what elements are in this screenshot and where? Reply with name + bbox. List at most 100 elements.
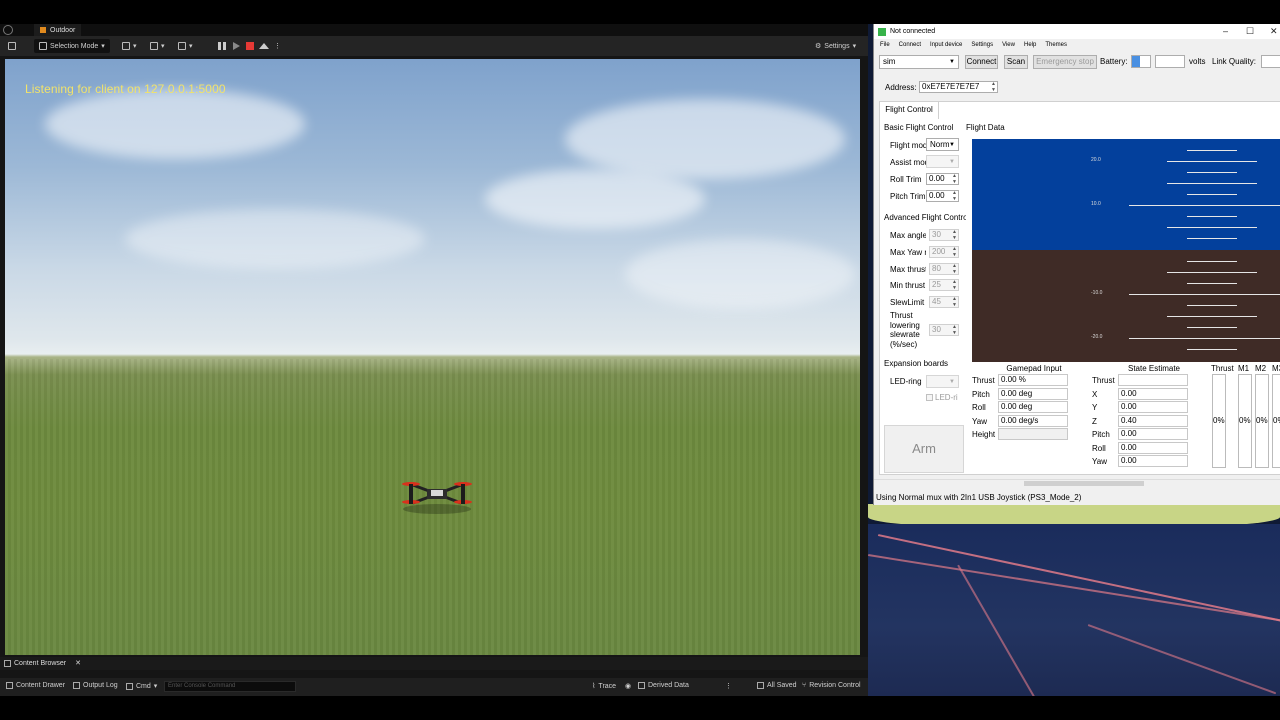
spin-arrows-icon[interactable]: ▲ ▼ xyxy=(991,81,996,93)
maximize-icon[interactable]: ☐ xyxy=(1246,26,1254,37)
menu-settings[interactable]: Settings xyxy=(971,42,993,48)
flight-mode-label: Flight mode xyxy=(890,141,926,150)
spin-arrows-icon[interactable]: ▲ ▼ xyxy=(952,246,957,258)
emergency-stop-button[interactable]: Emergency stop xyxy=(1033,55,1097,69)
content-browser-tab[interactable]: Content Browser ✕ xyxy=(4,659,81,667)
close-icon[interactable]: ✕ xyxy=(1270,26,1278,37)
revision-control-button[interactable]: ⑂ Revision Control xyxy=(802,682,861,689)
led-ring-select[interactable]: ▼ xyxy=(926,375,959,388)
eject-icon[interactable] xyxy=(259,39,269,53)
thrust-slewrate-value: 30 xyxy=(932,325,941,334)
save-icon[interactable] xyxy=(8,39,16,53)
all-saved-button[interactable]: All Saved xyxy=(757,682,797,689)
state-pitch-label: Pitch xyxy=(1092,430,1110,439)
roll-trim-value: 0.00 xyxy=(929,174,945,183)
scan-button[interactable]: Scan xyxy=(1004,55,1028,69)
menu-themes[interactable]: Themes xyxy=(1045,42,1067,48)
unreal-editor-window: Outdoor Selection Mode ▾ ▾ ▾ ▾ ⋮ ⚙ Setti… xyxy=(0,24,868,696)
minimize-icon[interactable]: – xyxy=(1223,26,1228,36)
max-yaw-rate-input[interactable]: 200 ▲ ▼ xyxy=(929,246,959,258)
motor-m2-header: M2 xyxy=(1255,364,1267,373)
pitch-line xyxy=(1187,349,1237,350)
cloud xyxy=(485,169,705,229)
spin-arrows-icon[interactable]: ▲ ▼ xyxy=(952,279,957,291)
link-quality-bar xyxy=(1261,55,1280,68)
close-icon[interactable]: ✕ xyxy=(75,659,81,667)
more-options-icon[interactable]: ⋮ xyxy=(274,39,281,53)
max-angle-input[interactable]: 30 ▲ ▼ xyxy=(929,229,959,241)
menu-file[interactable]: File xyxy=(880,42,890,48)
stop-icon[interactable] xyxy=(246,39,254,53)
derived-data-button[interactable]: Derived Data xyxy=(638,682,689,689)
connect-button[interactable]: Connect xyxy=(965,55,998,69)
trace-button[interactable]: ⌇ Trace xyxy=(592,682,616,691)
state-y-label: Y xyxy=(1092,403,1098,412)
cmd-label: Cmd xyxy=(136,682,151,690)
arm-button[interactable]: Arm xyxy=(884,425,964,473)
spin-arrows-icon[interactable]: ▲ ▼ xyxy=(952,324,957,336)
spin-arrows-icon[interactable]: ▲ ▼ xyxy=(952,190,957,202)
roll-trim-input[interactable]: 0.00 ▲ ▼ xyxy=(926,173,959,185)
pitch-line xyxy=(1187,238,1237,239)
flight-mode-select[interactable]: Norm ▼ xyxy=(926,138,959,151)
menu-view[interactable]: View xyxy=(1002,42,1015,48)
drawer-icon xyxy=(6,682,13,689)
blueprint-icon[interactable]: ▾ xyxy=(150,39,165,53)
gamepad-height-value xyxy=(998,428,1068,440)
content-drawer-button[interactable]: Content Drawer xyxy=(6,682,65,689)
selection-mode-dropdown[interactable]: Selection Mode ▾ xyxy=(34,39,110,53)
state-roll-value: 0.00 xyxy=(1118,442,1188,454)
state-yaw-label: Yaw xyxy=(1092,457,1107,466)
max-thrust-value: 80 xyxy=(932,264,941,273)
pitch-trim-input[interactable]: 0.00 ▲ ▼ xyxy=(926,190,959,202)
m1-percent: 0% xyxy=(1239,416,1251,425)
cursor-icon xyxy=(39,42,47,50)
menu-input-device[interactable]: Input device xyxy=(930,42,962,48)
address-input[interactable]: 0xE7E7E7E7E7 ▲ ▼ xyxy=(919,81,998,93)
state-pitch-value: 0.00 xyxy=(1118,428,1188,440)
menu-connect[interactable]: Connect xyxy=(899,42,921,48)
menu-help[interactable]: Help xyxy=(1024,42,1036,48)
tab-flight-control[interactable]: Flight Control xyxy=(879,101,939,119)
drone[interactable] xyxy=(399,473,475,515)
spin-arrows-icon[interactable]: ▲ ▼ xyxy=(952,229,957,241)
scrollbar-thumb[interactable] xyxy=(1024,481,1144,486)
cmd-dropdown[interactable]: Cmd ▾ xyxy=(126,682,157,690)
motor-thrust-header: Thrust xyxy=(1211,364,1234,373)
output-log-button[interactable]: Output Log xyxy=(73,682,118,689)
letterbox-top xyxy=(0,0,1280,24)
level-icon xyxy=(40,27,46,33)
interface-select[interactable]: sim ▼ xyxy=(879,55,959,69)
record-icon[interactable]: ◉ xyxy=(625,682,631,690)
add-actor-icon[interactable]: ▾ xyxy=(122,39,137,53)
cinematics-icon[interactable]: ▾ xyxy=(178,39,193,53)
flight-data-title: Flight Data xyxy=(966,123,1005,132)
slew-limit-input[interactable]: 45 ▲ ▼ xyxy=(929,296,959,308)
level-viewport[interactable]: Listening for client on 127.0.0.1:5000 xyxy=(5,59,860,655)
thrust-slewrate-input[interactable]: 30 ▲ ▼ xyxy=(929,324,959,336)
thrust-slewrate-label-line: lowering xyxy=(890,320,920,330)
save-icon xyxy=(757,682,764,689)
min-thrust-label: Min thrust xyxy=(890,281,926,290)
cloud xyxy=(625,239,855,309)
led-ring-label: LED-ring xyxy=(890,377,922,386)
settings-button[interactable]: ⚙ Settings ▾ xyxy=(815,39,856,53)
level-tab[interactable]: Outdoor xyxy=(34,24,82,36)
spin-arrows-icon[interactable]: ▲ ▼ xyxy=(952,296,957,308)
horizontal-scrollbar[interactable] xyxy=(874,479,1280,487)
assist-mode-select[interactable]: ▼ xyxy=(926,155,959,168)
spin-arrows-icon[interactable]: ▲ ▼ xyxy=(952,263,957,275)
pause-icon[interactable] xyxy=(218,39,226,53)
max-thrust-input[interactable]: 80 ▲ ▼ xyxy=(929,263,959,275)
chevron-down-icon: ▾ xyxy=(101,43,105,50)
level-tab-label: Outdoor xyxy=(50,26,76,34)
spin-arrows-icon[interactable]: ▲ ▼ xyxy=(952,173,957,185)
min-thrust-input[interactable]: 25 ▲ ▼ xyxy=(929,279,959,291)
console-input[interactable]: Enter Console Command xyxy=(164,681,296,692)
skip-icon[interactable] xyxy=(233,39,240,53)
unreal-logo-icon[interactable] xyxy=(3,25,13,35)
led-checkbox[interactable]: LED-ri xyxy=(926,393,958,402)
source-control-icon[interactable]: ⋮ xyxy=(725,682,732,690)
max-yaw-rate-label: Max Yaw rate xyxy=(890,248,926,257)
checkbox-icon[interactable] xyxy=(926,394,933,401)
